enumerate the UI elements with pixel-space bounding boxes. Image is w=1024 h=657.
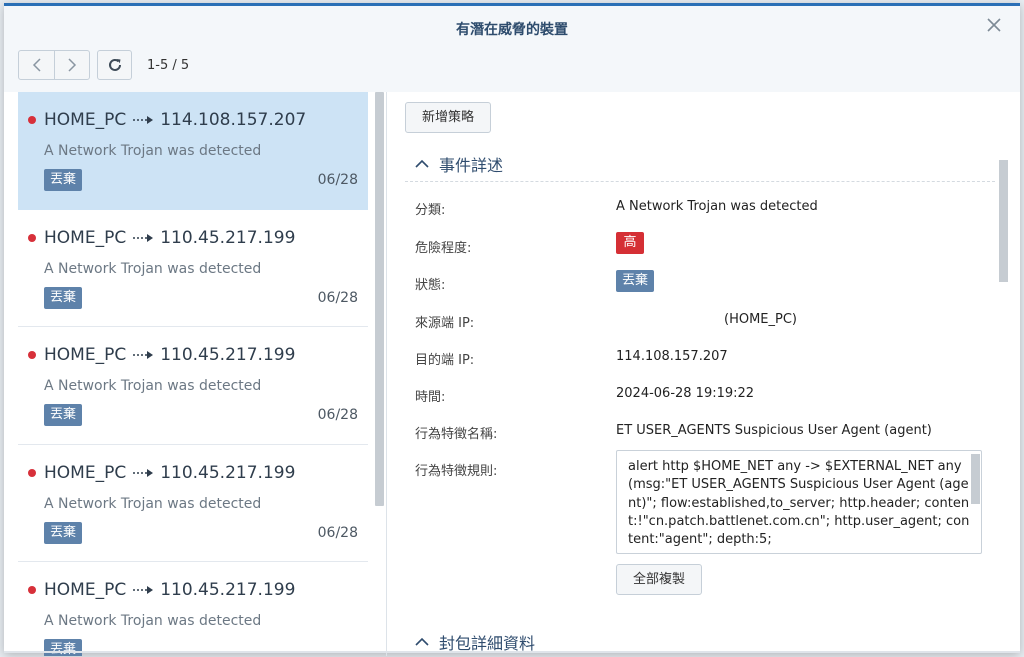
severity-dot-icon — [28, 351, 36, 359]
chevron-left-icon — [32, 58, 41, 72]
close-icon[interactable] — [984, 16, 1004, 36]
item-source: HOME_PC — [44, 227, 127, 248]
signature-rule-textarea[interactable]: alert http $HOME_NET any -> $EXTERNAL_NE… — [616, 450, 982, 554]
item-title: HOME_PC 110.45.217.199 — [44, 228, 295, 248]
prev-page-button[interactable] — [19, 51, 54, 79]
dialog-title: 有潛在威脅的裝置 — [456, 22, 568, 38]
item-source: HOME_PC — [44, 462, 127, 483]
refresh-button[interactable] — [97, 50, 132, 80]
item-title: HOME_PC 110.45.217.199 — [44, 463, 295, 483]
chevron-up-icon — [415, 637, 429, 646]
section-title: 事件詳述 — [439, 156, 504, 175]
item-description: A Network Trojan was detected — [44, 378, 262, 394]
item-title: HOME_PC 114.108.157.207 — [44, 110, 306, 130]
refresh-icon — [108, 58, 121, 71]
arrow-right-icon — [132, 115, 154, 125]
item-status-badge: 丟棄 — [44, 521, 83, 544]
severity-badge: 高 — [616, 232, 644, 254]
severity-dot-icon — [28, 233, 36, 242]
item-source: HOME_PC — [44, 345, 127, 365]
dest-ip-value: 114.108.157.207 — [616, 349, 728, 364]
section-divider — [405, 181, 995, 182]
time-label: 時間: — [415, 390, 446, 405]
signature-name-label: 行為特徵名稱: — [415, 427, 498, 442]
copy-all-button[interactable]: 全部複製 — [616, 564, 703, 595]
item-source: HOME_PC — [44, 110, 127, 130]
next-page-button[interactable] — [54, 51, 89, 79]
item-date: 06/28 — [317, 289, 358, 306]
arrow-right-icon — [132, 468, 154, 478]
item-description: A Network Trojan was detected — [44, 613, 262, 629]
add-policy-button[interactable]: 新增策略 — [405, 102, 492, 133]
toolbar: 1-5 / 5 — [4, 48, 1020, 92]
dialog-bottom-border — [4, 651, 1020, 653]
status-badge: 丟棄 — [616, 270, 655, 292]
item-description: A Network Trojan was detected — [44, 495, 262, 512]
item-status-badge: 丟棄 — [44, 404, 83, 426]
item-status-badge: 丟棄 — [44, 639, 83, 656]
severity-dot-icon — [28, 116, 36, 124]
item-date: 06/28 — [317, 172, 358, 188]
item-source: HOME_PC — [44, 580, 127, 600]
signature-rule-label: 行為特徵規則: — [415, 464, 498, 479]
category-label: 分類: — [415, 203, 446, 218]
list-scrollbar[interactable] — [375, 92, 384, 506]
severity-label: 危險程度: — [415, 241, 472, 256]
arrow-right-icon — [132, 585, 154, 595]
item-description: A Network Trojan was detected — [44, 260, 262, 277]
item-dest: 114.108.157.207 — [160, 110, 307, 130]
arrow-right-icon — [132, 350, 154, 360]
rule-scrollbar[interactable] — [971, 454, 980, 504]
list-item[interactable]: HOME_PC 110.45.217.199 A Network Trojan … — [18, 562, 368, 656]
detail-scrollbar[interactable] — [999, 160, 1008, 282]
severity-dot-icon — [28, 586, 36, 594]
list-item[interactable]: HOME_PC 114.108.157.207 A Network Trojan… — [18, 92, 368, 210]
list-item[interactable]: HOME_PC 110.45.217.199 A Network Trojan … — [18, 327, 368, 445]
arrow-right-icon — [132, 233, 154, 243]
item-status-badge: 丟棄 — [44, 286, 83, 309]
severity-dot-icon — [28, 468, 36, 477]
dialog-titlebar: 有潛在威脅的裝置 — [4, 6, 1020, 48]
source-ip-label: 來源端 IP: — [415, 316, 475, 331]
item-date: 06/28 — [317, 524, 358, 541]
item-dest: 110.45.217.199 — [160, 227, 296, 248]
item-date: 06/28 — [317, 407, 358, 423]
event-details-section-toggle[interactable]: 事件詳述 — [415, 152, 503, 176]
item-dest: 110.45.217.199 — [160, 580, 296, 600]
signature-rule-text: alert http $HOME_NET any -> $EXTERNAL_NE… — [628, 459, 970, 548]
item-status-badge: 丟棄 — [44, 169, 83, 191]
pager-button-group — [18, 50, 90, 80]
list-item[interactable]: HOME_PC 110.45.217.199 A Network Trojan … — [18, 445, 368, 562]
list-item[interactable]: HOME_PC 110.45.217.199 A Network Trojan … — [18, 210, 368, 327]
chevron-right-icon — [68, 58, 77, 72]
item-title: HOME_PC 110.45.217.199 — [44, 345, 295, 365]
status-label: 狀態: — [415, 278, 446, 293]
time-value: 2024-06-28 19:19:22 — [616, 386, 755, 401]
detail-panel: 新增策略 事件詳述 分類: A Network Trojan was detec… — [387, 92, 1020, 656]
category-value: A Network Trojan was detected — [616, 199, 818, 214]
item-dest: 110.45.217.199 — [160, 345, 296, 365]
page-count: 1-5 / 5 — [147, 58, 190, 73]
signature-name-value: ET USER_AGENTS Suspicious User Agent (ag… — [616, 423, 932, 438]
item-title: HOME_PC 110.45.217.199 — [44, 580, 295, 600]
item-dest: 110.45.217.199 — [160, 462, 296, 483]
threat-list: HOME_PC 114.108.157.207 A Network Trojan… — [18, 92, 378, 656]
dest-ip-label: 目的端 IP: — [415, 353, 475, 368]
source-ip-value: (HOME_PC) — [724, 312, 797, 327]
threat-devices-dialog: 有潛在威脅的裝置 1-5 / 5 HOME_PC 114.108.157.207… — [4, 3, 1020, 656]
item-description: A Network Trojan was detected — [44, 143, 262, 159]
chevron-up-icon — [415, 159, 429, 168]
